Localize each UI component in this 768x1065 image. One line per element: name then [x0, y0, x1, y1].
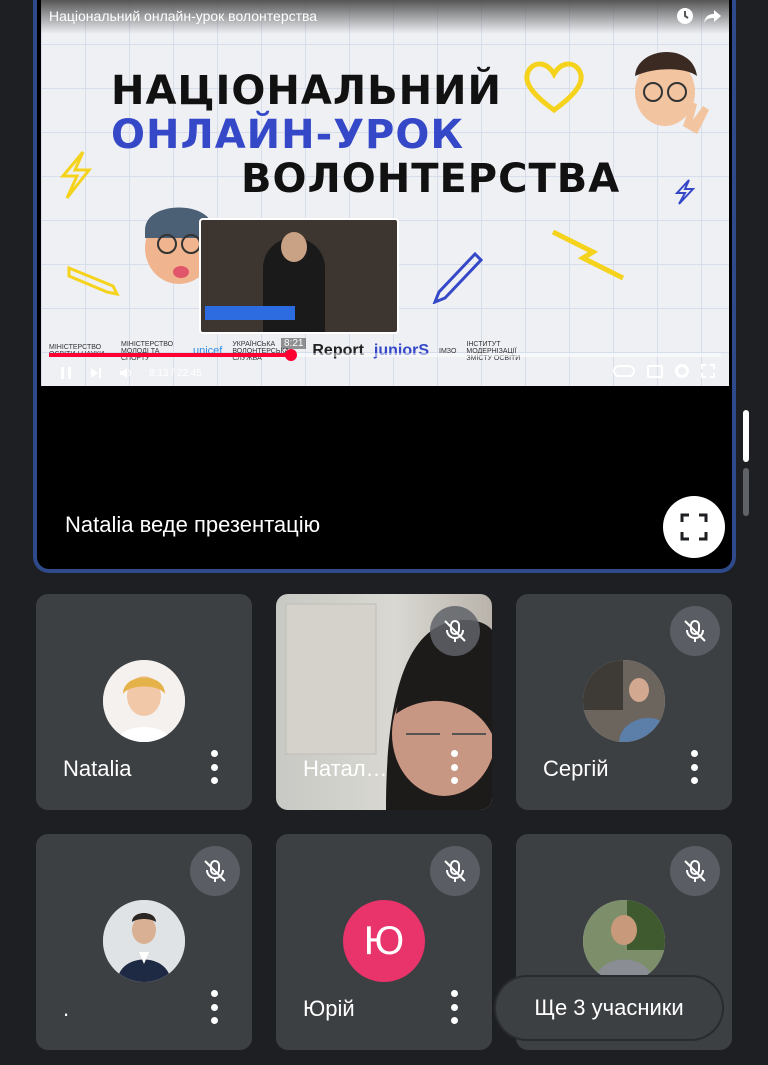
video-time: 8:13 / 22:45 — [149, 367, 202, 379]
headline-line-2: ОНЛАЙН-УРОК — [111, 112, 465, 158]
video-title[interactable]: Національний онлайн-урок волонтерства — [49, 8, 317, 24]
mic-off-icon — [204, 860, 226, 882]
more-participants-button[interactable]: Ще 3 учасники — [496, 977, 722, 1039]
participant-name: Юрій — [303, 996, 355, 1021]
participant-tile-dot[interactable]: . — [36, 834, 252, 1050]
pencil-doodle-icon — [432, 251, 483, 304]
preview-person-head — [281, 232, 307, 262]
participant-tile-yurii[interactable]: Ю Юрій — [276, 834, 492, 1050]
mic-off-indicator — [190, 846, 240, 896]
logo-institute: ІНСТИТУТ МОДЕРНІЗАЦІЇ ЗМІСТУ ОСВІТИ — [466, 340, 521, 362]
hover-timestamp: 8:21 — [281, 338, 307, 349]
progress-fill — [49, 353, 291, 357]
subtitles-icon[interactable] — [647, 364, 663, 378]
participant-tile-natal-camera[interactable]: Натал… — [276, 594, 492, 810]
arrow-doodle-icon — [551, 229, 625, 281]
participant-name: Natalia — [63, 756, 132, 781]
heart-doodle-icon — [524, 61, 584, 114]
progress-scrubber[interactable] — [284, 349, 297, 361]
presentation-panel: Національний онлайн-урок волонтерства НА… — [33, 0, 736, 573]
participant-tile-serhii[interactable]: Сергій — [516, 594, 732, 810]
headline-line-3: ВОЛОНТЕРСТВА — [241, 156, 621, 202]
shared-video[interactable]: Національний онлайн-урок волонтерства НА… — [41, 0, 729, 386]
more-options-icon[interactable] — [688, 750, 700, 784]
more-options-icon[interactable] — [208, 990, 220, 1024]
watch-later-icon[interactable] — [675, 6, 695, 26]
participant-name: . — [63, 996, 70, 1021]
mic-off-indicator — [670, 606, 720, 656]
initial-avatar: Ю — [343, 900, 425, 982]
memoji-boy-icon — [635, 51, 709, 134]
settings-icon[interactable] — [675, 364, 689, 378]
presenter-label: Natalia веде презентацію — [65, 512, 321, 537]
mic-off-indicator — [430, 846, 480, 896]
scrollbar-track[interactable] — [743, 468, 749, 516]
headline-line-1: НАЦІОНАЛЬНИЙ — [111, 68, 503, 114]
mic-off-indicator — [430, 606, 480, 656]
more-options-icon[interactable] — [448, 990, 460, 1024]
fullscreen-icon — [680, 513, 708, 541]
logo-minmolod: МІНІСТЕРСТВО МОЛОДІ ТА СПОРТУ — [121, 340, 174, 362]
mic-off-indicator — [670, 846, 720, 896]
video-controls-right — [613, 364, 715, 378]
logo-juniors: juniorS — [373, 342, 430, 359]
lightning-doodle-icon — [59, 151, 93, 199]
more-options-icon[interactable] — [448, 750, 460, 784]
next-icon[interactable] — [89, 366, 103, 380]
avatar — [103, 900, 185, 982]
avatar — [583, 660, 665, 742]
share-icon[interactable] — [703, 6, 723, 26]
partner-logos: МІНІСТЕРСТВО ОСВІТИ І НАУКИ МІНІСТЕРСТВО… — [49, 336, 721, 366]
mic-off-icon — [444, 620, 466, 642]
video-preview-thumbnail — [199, 218, 399, 334]
more-options-icon[interactable] — [208, 750, 220, 784]
volume-icon[interactable] — [119, 366, 133, 380]
preview-caption — [205, 306, 295, 320]
exit-fullscreen-icon[interactable] — [701, 364, 715, 378]
mic-off-icon — [444, 860, 466, 882]
pause-icon[interactable] — [59, 366, 73, 380]
video-controls-left: 8:13 / 22:45 — [59, 364, 202, 382]
fullscreen-button[interactable] — [663, 496, 725, 558]
lightning-small-icon — [674, 179, 696, 205]
pencil-yellow-icon — [67, 265, 120, 296]
avatar — [583, 900, 665, 982]
participant-tile-natalia[interactable]: Natalia — [36, 594, 252, 810]
scrollbar-thumb[interactable] — [743, 410, 749, 462]
mic-off-icon — [684, 620, 706, 642]
avatar — [103, 660, 185, 742]
logo-report: Report — [312, 342, 364, 359]
mic-off-icon — [684, 860, 706, 882]
autoplay-toggle-icon[interactable] — [613, 365, 635, 377]
video-progress-bar[interactable] — [49, 349, 721, 361]
participant-name: Сергій — [543, 756, 609, 781]
participant-name: Натал… — [303, 756, 388, 781]
